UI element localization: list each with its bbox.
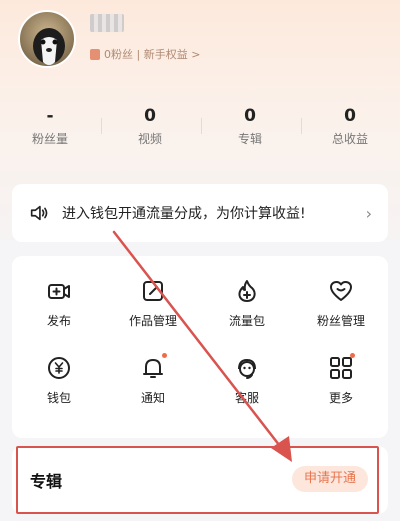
- stat-label: 视频: [137, 132, 162, 146]
- tool-works-manage[interactable]: 作品管理: [106, 278, 200, 329]
- stat-value: 0: [144, 106, 156, 126]
- chevron-right-icon: ›: [365, 203, 372, 223]
- tool-notification[interactable]: 通知: [106, 353, 200, 406]
- edit-icon: [143, 281, 163, 301]
- fire-plus-icon: [238, 280, 256, 302]
- tool-customer-service[interactable]: 客服: [200, 355, 294, 406]
- tool-publish[interactable]: 发布: [12, 278, 106, 329]
- divider: [301, 118, 302, 134]
- divider: [201, 118, 202, 134]
- username-blurred: [90, 14, 124, 32]
- stat-albums[interactable]: 0 专辑: [210, 104, 302, 147]
- album-title: 专辑: [30, 472, 63, 491]
- apply-open-button[interactable]: 申请开通: [291, 466, 368, 492]
- fans-text: 0粉丝 | 新手权益 >: [104, 48, 201, 61]
- support-icon: [238, 358, 256, 379]
- notice-text: 进入钱包开通流量分成，为你计算收益!: [62, 206, 306, 222]
- badge-icon: [90, 48, 100, 60]
- bell-icon: [143, 359, 163, 378]
- tool-label: 更多: [328, 391, 353, 405]
- tool-label: 钱包: [46, 391, 71, 405]
- album-section: 专辑 申请开通: [12, 446, 388, 514]
- stat-value: 0: [244, 106, 256, 126]
- tool-label: 流量包: [228, 314, 265, 328]
- tools-card: 发布 作品管理 流量包 粉丝管理 钱包 通知 客服 更多: [12, 256, 388, 438]
- tool-more[interactable]: 更多: [294, 353, 388, 406]
- stat-income[interactable]: 0 总收益: [310, 104, 390, 147]
- tool-fans-manage[interactable]: 粉丝管理: [294, 278, 388, 329]
- stat-fans[interactable]: - 粉丝量: [10, 104, 102, 147]
- stat-label: 专辑: [237, 132, 262, 146]
- tool-label: 通知: [140, 391, 165, 405]
- wallet-coin-icon: [48, 357, 70, 379]
- wallet-notice-banner[interactable]: 进入钱包开通流量分成，为你计算收益! ›: [12, 184, 388, 242]
- heart-icon: [330, 281, 352, 301]
- unread-dot: [162, 353, 167, 358]
- video-add-icon: [48, 284, 70, 299]
- stat-label: 粉丝量: [31, 132, 68, 146]
- tool-traffic-pack[interactable]: 流量包: [200, 278, 294, 329]
- tool-label: 粉丝管理: [316, 314, 365, 328]
- tool-label: 作品管理: [128, 314, 177, 328]
- grid-icon: [330, 357, 352, 379]
- stat-videos[interactable]: 0 视频: [110, 104, 202, 147]
- stat-value: -: [46, 106, 54, 126]
- unread-dot: [350, 353, 355, 358]
- stat-value: 0: [344, 106, 356, 126]
- stat-label: 总收益: [331, 132, 368, 146]
- stats-bar: - 粉丝量 0 视频 0 专辑 0 总收益: [0, 104, 400, 154]
- speaker-icon: [30, 205, 48, 221]
- profile-header: 0粉丝 | 新手权益 >: [18, 10, 388, 70]
- tools-grid: 发布 作品管理 流量包 粉丝管理 钱包 通知 客服 更多: [12, 278, 388, 406]
- fans-benefits-link[interactable]: 0粉丝 | 新手权益 >: [90, 46, 200, 62]
- avatar[interactable]: [18, 10, 76, 68]
- tool-label: 发布: [46, 314, 71, 328]
- tool-label: 客服: [234, 391, 259, 405]
- divider: [101, 118, 102, 134]
- tool-wallet[interactable]: 钱包: [12, 355, 106, 406]
